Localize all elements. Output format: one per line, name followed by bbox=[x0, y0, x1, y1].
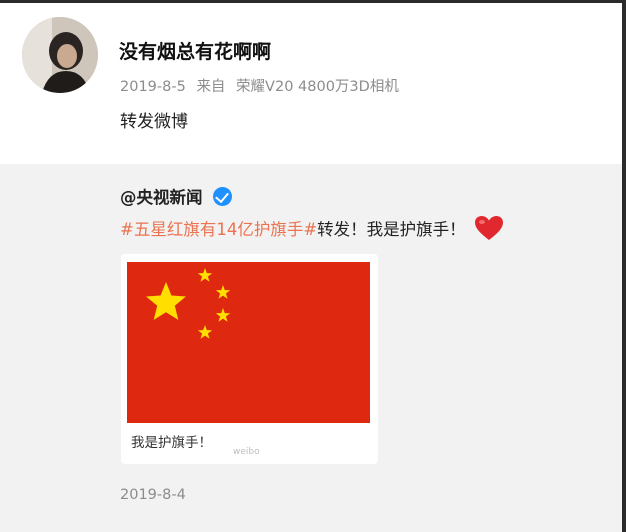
original-text-body: 转发！我是护旗手！ bbox=[317, 220, 466, 239]
verified-badge-icon bbox=[212, 186, 232, 206]
avatar[interactable] bbox=[22, 17, 98, 93]
source-prefix: 来自 bbox=[196, 79, 226, 95]
heart-icon bbox=[474, 216, 503, 240]
chinese-flag-image[interactable] bbox=[127, 262, 370, 423]
weibo-post: 没有烟总有花啊啊 2019-8-5 来自 荣耀V20 4800万3D相机 转发微… bbox=[0, 0, 626, 532]
post-text: 转发微博 bbox=[120, 112, 188, 132]
original-text: #五星红旗有14亿护旗手# 转发！我是护旗手！ bbox=[120, 215, 504, 241]
window-edge bbox=[622, 3, 626, 532]
username[interactable]: 没有烟总有花啊啊 bbox=[119, 37, 271, 64]
original-author[interactable]: @央视新闻 bbox=[120, 184, 203, 208]
original-author-row: @央视新闻 bbox=[120, 184, 232, 208]
original-date[interactable]: 2019-8-4 bbox=[120, 487, 186, 503]
card-caption: 我是护旗手！ bbox=[131, 435, 212, 451]
source-device[interactable]: 荣耀V20 4800万3D相机 bbox=[236, 79, 399, 95]
post-meta: 2019-8-5 来自 荣耀V20 4800万3D相机 bbox=[120, 75, 405, 96]
post-date[interactable]: 2019-8-5 bbox=[120, 79, 186, 95]
hashtag-link[interactable]: #五星红旗有14亿护旗手# bbox=[120, 216, 317, 240]
reposted-weibo[interactable]: @央视新闻 #五星红旗有14亿护旗手# 转发！我是护旗手！ 我是护旗手！ wei… bbox=[0, 164, 622, 532]
image-card[interactable]: 我是护旗手！ weibo bbox=[121, 254, 378, 464]
avatar-image bbox=[22, 17, 98, 93]
weibo-watermark: weibo bbox=[233, 447, 260, 457]
